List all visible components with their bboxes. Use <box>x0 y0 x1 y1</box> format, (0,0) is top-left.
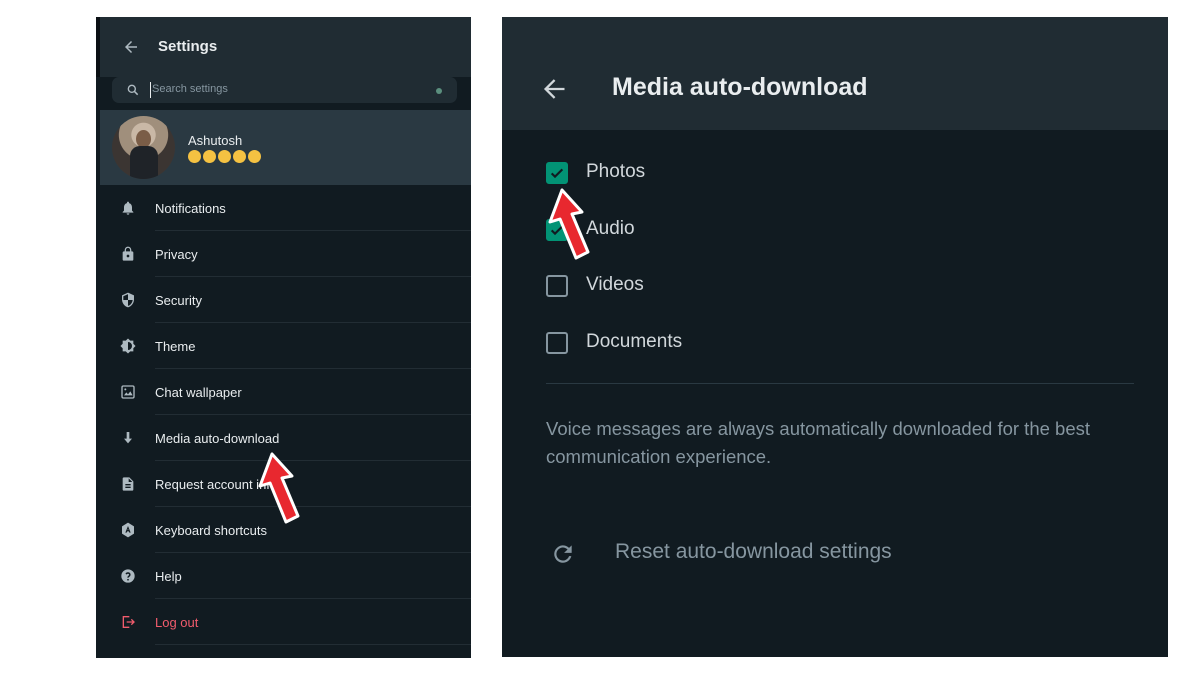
smile-emoji-icon <box>248 150 261 164</box>
page-title: Settings <box>158 38 218 55</box>
back-arrow-icon[interactable] <box>122 38 140 56</box>
wallpaper-icon <box>121 385 135 399</box>
documents-checkbox[interactable] <box>546 332 568 354</box>
settings-header: Settings <box>96 17 471 77</box>
option-audio[interactable]: Audio <box>546 217 946 249</box>
menu-item-log-out[interactable]: Log out <box>100 599 471 645</box>
help-icon <box>121 569 135 583</box>
profile-status <box>188 148 263 164</box>
menu-label: Help <box>155 569 182 584</box>
theme-icon <box>120 338 136 354</box>
smile-emoji-icon <box>188 150 201 164</box>
smile-emoji-icon <box>218 150 231 164</box>
media-auto-download-panel: Media auto-download Photos Audio Videos … <box>502 17 1168 657</box>
page-title: Media auto-download <box>612 73 868 101</box>
search-placeholder: Search settings <box>152 83 228 95</box>
download-icon <box>124 432 132 444</box>
videos-checkbox[interactable] <box>546 275 568 297</box>
keyboard-shortcuts-icon <box>122 522 134 538</box>
option-label: Videos <box>586 274 644 295</box>
option-videos[interactable]: Videos <box>546 273 946 305</box>
media-header: Media auto-download <box>502 17 1168 130</box>
reset-auto-download-button[interactable]: Reset auto-download settings <box>546 537 966 571</box>
menu-label: Theme <box>155 339 196 354</box>
bell-icon <box>122 201 134 215</box>
menu-item-notifications[interactable]: Notifications <box>100 185 471 231</box>
voice-messages-note: Voice messages are always automatically … <box>546 418 1090 467</box>
refresh-icon <box>554 545 572 563</box>
menu-label: Notifications <box>155 201 226 216</box>
lock-icon <box>122 246 134 261</box>
menu-item-privacy[interactable]: Privacy <box>100 231 471 277</box>
menu-label: Media auto-download <box>155 431 280 446</box>
option-documents[interactable]: Documents <box>546 330 946 362</box>
menu-item-security[interactable]: Security <box>100 277 471 323</box>
profile-name: Ashutosh <box>188 133 243 148</box>
menu-item-theme[interactable]: Theme <box>100 323 471 369</box>
photos-checkbox[interactable] <box>546 162 568 184</box>
menu-label: Security <box>155 293 202 308</box>
menu-label: Log out <box>155 615 199 630</box>
profile-card[interactable]: Ashutosh <box>100 110 471 185</box>
reset-label: Reset auto-download settings <box>615 540 892 563</box>
text-caret <box>150 82 151 98</box>
search-icon <box>127 84 139 96</box>
settings-panel: Settings Search settings Ashutosh Notifi… <box>96 17 471 658</box>
option-label: Documents <box>586 331 683 352</box>
check-icon <box>550 168 564 179</box>
logout-icon <box>122 616 135 628</box>
avatar[interactable] <box>112 116 175 179</box>
annotation-arrow-icon <box>548 188 590 260</box>
divider <box>546 383 1134 384</box>
option-label: Photos <box>586 161 646 182</box>
smile-emoji-icon <box>233 150 246 164</box>
status-dot-icon <box>436 88 442 94</box>
back-arrow-icon[interactable] <box>540 75 568 103</box>
menu-item-chat-wallpaper[interactable]: Chat wallpaper <box>100 369 471 415</box>
menu-label: Privacy <box>155 247 198 262</box>
annotation-arrow-icon <box>258 452 300 524</box>
document-icon <box>122 477 134 491</box>
search-input[interactable]: Search settings <box>112 77 457 103</box>
shield-icon <box>122 292 134 308</box>
smile-emoji-icon <box>203 150 216 164</box>
option-photos[interactable]: Photos <box>546 160 946 192</box>
menu-item-help[interactable]: Help <box>100 553 471 599</box>
menu-label: Chat wallpaper <box>155 385 242 400</box>
menu-label: Keyboard shortcuts <box>155 523 268 538</box>
